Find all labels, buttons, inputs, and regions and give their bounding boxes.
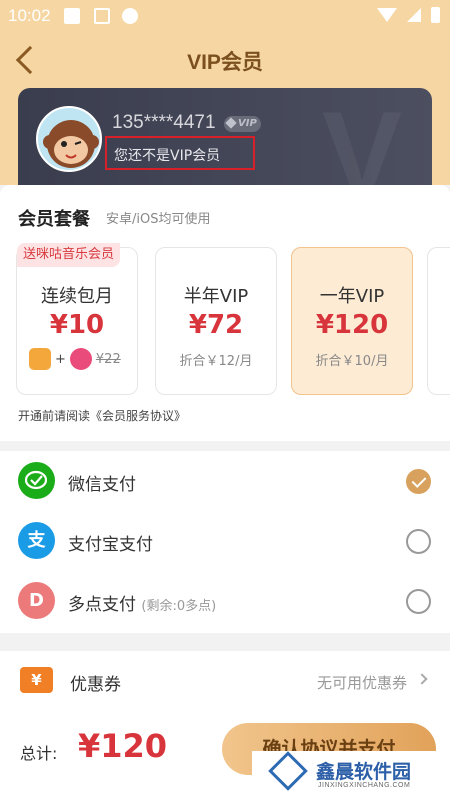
payment-label: 支付宝支付 — [68, 535, 153, 555]
page-title: VIP会员 — [187, 51, 263, 74]
coupon-row[interactable]: ¥ 优惠券 无可用优惠券 — [0, 651, 450, 709]
plan-price: ¥10 — [49, 310, 105, 340]
wifi-icon — [377, 8, 397, 22]
site-watermark: 鑫晨软件园 JINXINGXINCHANG.COM — [252, 751, 436, 799]
plan-note: 折合￥10/月 — [315, 354, 389, 369]
vip-header: VIP会员 V 135****4471 VIP 您还不是VIP会员 — [0, 32, 450, 198]
coupon-label: 优惠券 — [70, 675, 121, 695]
battery-icon — [431, 7, 440, 23]
kids-game-icon — [29, 348, 51, 370]
payment-label: 多点支付 (剩余:0多点) — [68, 595, 217, 615]
watermark-url: JINXINGXINCHANG.COM — [318, 782, 411, 789]
plan-name: 一年VIP — [319, 286, 385, 307]
payment-radio-checked[interactable] — [406, 469, 431, 494]
alipay-icon: 支 — [18, 522, 55, 559]
plans-section: 会员套餐 安卓/iOS均可使用 送咪咕音乐会员 连续包月 ¥10 + ¥22 半… — [0, 185, 450, 441]
media-notification-icon — [122, 8, 138, 24]
payment-label: 微信支付 — [68, 475, 136, 495]
plan-price: ¥72 — [188, 310, 244, 340]
payment-option-wechat[interactable]: 微信支付 — [0, 451, 450, 511]
v-watermark-decor: V — [321, 88, 402, 198]
status-time: 10:02 — [8, 6, 51, 25]
user-phone: 135****4471 — [112, 112, 216, 133]
plan-name: 连续包月 — [41, 286, 113, 307]
payment-methods: 微信支付 支 支付宝支付 D 多点支付 (剩余:0多点) — [0, 451, 450, 633]
status-bar: 10:02 — [0, 0, 450, 32]
agreement-link[interactable]: 开通前请阅读《会员服务协议》 — [18, 407, 186, 424]
plan-half-year[interactable]: 半年VIP ¥72 折合￥12/月 — [155, 247, 277, 395]
plan-original-price: ¥22 — [95, 351, 121, 367]
signal-icon — [407, 8, 421, 22]
watermark-text: 鑫晨软件园 — [316, 761, 412, 783]
plans-subtitle: 安卓/iOS均可使用 — [106, 212, 211, 227]
chevron-right-icon — [416, 673, 428, 685]
plan-note: 折合￥12/月 — [179, 354, 253, 369]
plan-list: 送咪咕音乐会员 连续包月 ¥10 + ¥22 半年VIP ¥72 折合￥12/月… — [16, 243, 450, 397]
wechat-pay-icon — [18, 462, 55, 499]
duodian-balance: (剩余:0多点) — [141, 599, 217, 614]
plan-name: 半年VIP — [183, 286, 249, 307]
avatar[interactable] — [36, 106, 102, 172]
notification-icon — [64, 8, 80, 24]
payment-option-duodian[interactable]: D 多点支付 (剩余:0多点) — [0, 571, 450, 631]
plan-one-year[interactable]: 一年VIP ¥120 折合￥10/月 — [291, 247, 413, 395]
payment-radio[interactable] — [406, 529, 431, 554]
vip-badge: VIP — [224, 116, 261, 132]
plan-bonus: + ¥22 — [29, 348, 139, 370]
plan-monthly[interactable]: 送咪咕音乐会员 连续包月 ¥10 + ¥22 — [16, 243, 139, 395]
monkey-avatar-icon — [43, 120, 99, 168]
watermark-logo-icon — [268, 751, 308, 791]
coupon-value: 无可用优惠券 — [316, 674, 407, 692]
total-label: 总计: — [20, 744, 58, 763]
coupon-icon: ¥ — [20, 667, 53, 693]
payment-option-alipay[interactable]: 支 支付宝支付 — [0, 511, 450, 571]
plan-more-card[interactable] — [427, 247, 450, 395]
total-value: ¥120 — [78, 727, 168, 765]
profile-card: V 135****4471 VIP 您还不是VIP会员 — [18, 88, 432, 198]
payment-radio[interactable] — [406, 589, 431, 614]
plan-price: ¥120 — [315, 310, 389, 340]
checkout-bar: 总计: ¥120 确认协议并支付 鑫晨软件园 JINXINGXINCHANG.C… — [0, 709, 450, 799]
vip-status-text: 您还不是VIP会员 — [105, 136, 255, 170]
app-notification-icon — [94, 8, 110, 24]
plan-promo-tag: 送咪咕音乐会员 — [17, 243, 121, 267]
status-icons — [377, 7, 440, 23]
plans-title: 会员套餐 — [18, 209, 90, 230]
migu-music-icon — [69, 348, 92, 370]
duodian-icon: D — [18, 582, 55, 619]
